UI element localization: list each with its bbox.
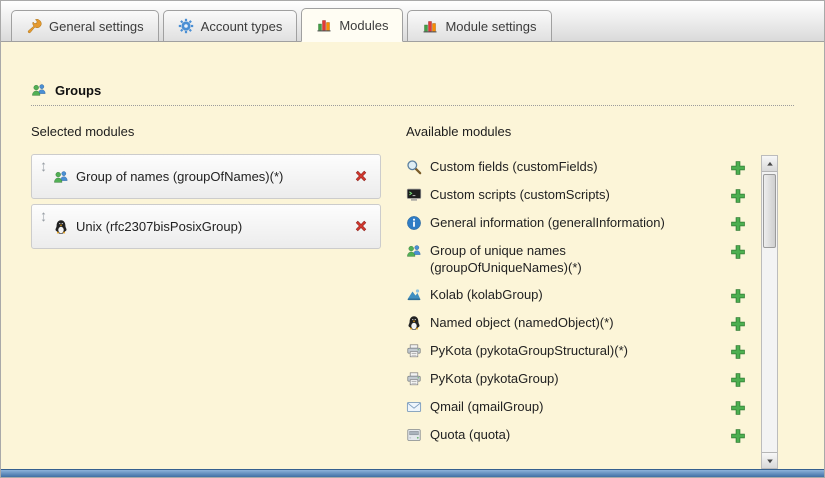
scroll-down-icon: [765, 456, 775, 466]
available-module-label: Quota (quota): [430, 427, 510, 444]
add-icon: [730, 400, 746, 416]
printer-icon: [406, 343, 422, 359]
available-module-label: Named object (namedObject)(*): [430, 315, 614, 332]
tab-label: Module settings: [445, 19, 536, 34]
scroll-thumb[interactable]: [763, 174, 776, 248]
drag-handle[interactable]: [38, 160, 49, 177]
available-module-row: Group of unique names (groupOfUniqueName…: [406, 238, 746, 282]
selected-modules-heading: Selected modules: [31, 124, 406, 139]
available-module-label: Group of unique names (groupOfUniqueName…: [430, 243, 688, 277]
tab-label: Account types: [201, 19, 283, 34]
available-module-label: Custom scripts (customScripts): [430, 187, 610, 204]
drag-handle[interactable]: [38, 210, 49, 227]
add-icon: [730, 372, 746, 388]
content-area: Groups Selected modules Group of names (…: [1, 42, 824, 450]
available-module-label: General information (generalInformation): [430, 215, 665, 232]
scroll-track[interactable]: [762, 172, 777, 452]
tab[interactable]: Module settings: [407, 10, 551, 41]
available-module-row: Custom fields (customFields): [406, 154, 746, 182]
drag-icon: [38, 160, 49, 174]
add-module-button[interactable]: [729, 372, 746, 389]
selected-modules-column: Selected modules Group of names (groupOf…: [31, 124, 406, 450]
available-module-label: PyKota (pykotaGroup): [430, 371, 559, 388]
chart-icon: [422, 18, 438, 34]
available-module-row: Custom scripts (customScripts): [406, 182, 746, 210]
scrollbar[interactable]: [761, 155, 778, 469]
add-module-button[interactable]: [729, 244, 746, 261]
tab[interactable]: Account types: [163, 10, 298, 41]
available-module-label: Custom fields (customFields): [430, 159, 598, 176]
info-icon: [406, 215, 422, 231]
scroll-down-button[interactable]: [762, 452, 777, 468]
tux-icon: [406, 315, 422, 331]
delete-icon: [353, 218, 369, 234]
add-module-button[interactable]: [729, 316, 746, 333]
add-module-button[interactable]: [729, 400, 746, 417]
group-icon: [31, 82, 47, 98]
selected-module-row: Unix (rfc2307bisPosixGroup): [31, 204, 381, 249]
group-icon: [406, 243, 422, 259]
remove-module-button[interactable]: [352, 218, 370, 236]
tab-label: Modules: [339, 18, 388, 33]
group-icon: [53, 169, 69, 185]
add-module-button[interactable]: [729, 344, 746, 361]
tux-icon: [53, 219, 69, 235]
available-modules-column: Available modules Custom fields (customF…: [406, 124, 794, 450]
add-module-button[interactable]: [729, 428, 746, 445]
magnifier-icon: [406, 159, 422, 175]
add-icon: [730, 188, 746, 204]
available-module-row: General information (generalInformation): [406, 210, 746, 238]
footer-bar: [1, 469, 824, 477]
tab-label: General settings: [49, 19, 144, 34]
available-module-row: Quota (quota): [406, 422, 746, 450]
scroll-up-button[interactable]: [762, 156, 777, 172]
scroll-up-icon: [765, 159, 775, 169]
add-icon: [730, 244, 746, 260]
selected-module-label: Group of names (groupOfNames)(*): [76, 169, 283, 184]
disk-icon: [406, 427, 422, 443]
config-window: General settings Account types Modules M…: [0, 0, 825, 478]
printer-icon: [406, 371, 422, 387]
add-icon: [730, 428, 746, 444]
chart-icon: [316, 17, 332, 33]
available-module-row: PyKota (pykotaGroupStructural)(*): [406, 338, 746, 366]
add-module-button[interactable]: [729, 160, 746, 177]
available-modules-list: Custom fields (customFields) Custom scri…: [406, 154, 794, 450]
selected-module-label: Unix (rfc2307bisPosixGroup): [76, 219, 242, 234]
mail-icon: [406, 399, 422, 415]
add-icon: [730, 316, 746, 332]
available-module-label: Kolab (kolabGroup): [430, 287, 543, 304]
modules-columns: Selected modules Group of names (groupOf…: [31, 124, 794, 450]
delete-icon: [353, 168, 369, 184]
available-module-row: Named object (namedObject)(*): [406, 310, 746, 338]
add-module-button[interactable]: [729, 216, 746, 233]
available-module-row: Qmail (qmailGroup): [406, 394, 746, 422]
selected-modules-list: Group of names (groupOfNames)(*) Unix (r…: [31, 154, 406, 249]
section-heading: Groups: [31, 82, 794, 106]
available-module-row: PyKota (pykotaGroup): [406, 366, 746, 394]
add-icon: [730, 344, 746, 360]
tab-bar: General settings Account types Modules M…: [1, 1, 824, 42]
add-module-button[interactable]: [729, 288, 746, 305]
wrench-icon: [26, 18, 42, 34]
remove-module-button[interactable]: [352, 168, 370, 186]
tab[interactable]: General settings: [11, 10, 159, 41]
selected-module-row: Group of names (groupOfNames)(*): [31, 154, 381, 199]
section-title-text: Groups: [55, 83, 101, 98]
add-icon: [730, 288, 746, 304]
available-module-row: Kolab (kolabGroup): [406, 282, 746, 310]
script-icon: [406, 187, 422, 203]
kolab-icon: [406, 287, 422, 303]
available-module-label: Qmail (qmailGroup): [430, 399, 543, 416]
gear-icon: [178, 18, 194, 34]
available-module-label: PyKota (pykotaGroupStructural)(*): [430, 343, 628, 360]
add-icon: [730, 216, 746, 232]
drag-icon: [38, 210, 49, 224]
add-module-button[interactable]: [729, 188, 746, 205]
available-modules-heading: Available modules: [406, 124, 794, 139]
add-icon: [730, 160, 746, 176]
tab[interactable]: Modules: [301, 8, 403, 42]
